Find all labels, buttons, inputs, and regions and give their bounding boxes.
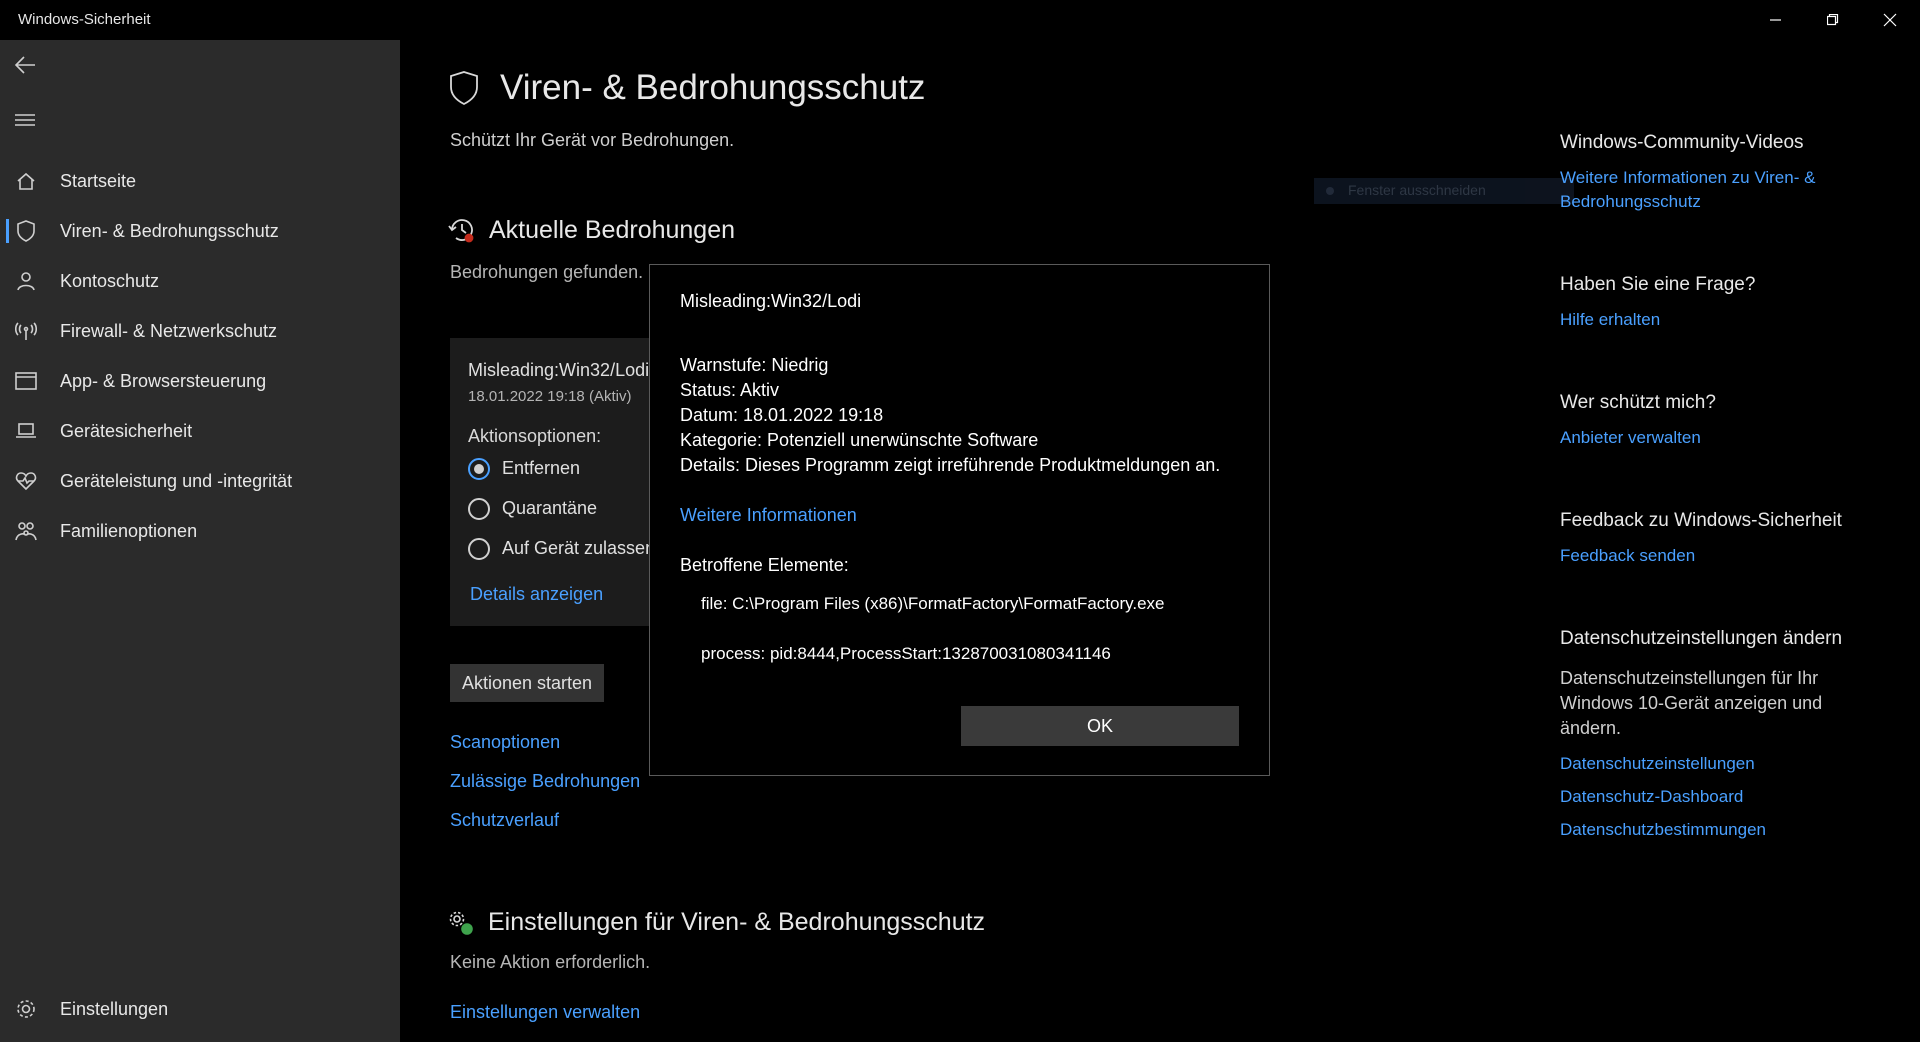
radio-label: Auf Gerät zulassen [502, 538, 656, 558]
sidebar-item-label: Kontoschutz [60, 270, 160, 291]
feedback-title: Feedback zu Windows-Sicherheit [1560, 510, 1842, 531]
category-text: Kategorie: Potenziell unerwünschte Softw… [680, 430, 1039, 450]
sidebar-item-label: Gerätesicherheit [60, 420, 193, 441]
sidebar-item-startseite[interactable]: Startseite [0, 158, 400, 204]
hamburger-menu-button[interactable] [10, 105, 40, 135]
sidebar: Startseite Viren- & Bedrohungsschutz Kon… [0, 40, 400, 1042]
date-text: Datum: 18.01.2022 19:18 [680, 405, 884, 425]
privacy-dashboard-link[interactable]: Datenschutz-Dashboard [1560, 785, 1743, 809]
radio-label: Entfernen [502, 458, 581, 478]
start-actions-button[interactable]: Aktionen starten [450, 664, 604, 702]
protection-history-link[interactable]: Schutzverlauf [450, 810, 559, 831]
details-link[interactable]: Details anzeigen [470, 584, 603, 605]
current-threats-title: Aktuelle Bedrohungen [489, 216, 736, 244]
back-arrow-icon [14, 56, 35, 74]
close-icon [1883, 13, 1897, 27]
settings-section-subtitle: Keine Aktion erforderlich. [450, 952, 651, 972]
family-icon [14, 519, 38, 543]
sidebar-item-label: Einstellungen [60, 998, 169, 1019]
threat-details-dialog: Misleading:Win32/Lodi Warnstufe: Niedrig… [649, 264, 1270, 776]
title-bar: Windows-Sicherheit [0, 0, 1920, 40]
restore-icon [1827, 14, 1839, 26]
get-help-link[interactable]: Hilfe erhalten [1560, 308, 1660, 332]
more-info-link[interactable]: Weitere Informationen [680, 505, 857, 526]
who-protects-title: Wer schützt mich? [1560, 392, 1716, 413]
hamburger-icon [15, 114, 35, 126]
radio-label: Quarantäne [502, 498, 598, 518]
threat-history-icon [448, 216, 476, 249]
sidebar-item-label: App- & Browsersteuerung [60, 370, 267, 391]
question-title: Haben Sie eine Frage? [1560, 274, 1756, 295]
minimize-icon [1770, 19, 1781, 21]
current-threats-subtitle: Bedrohungen gefunden. [450, 262, 644, 282]
minimize-button[interactable] [1748, 0, 1804, 40]
sidebar-item-familienoptionen[interactable]: Familienoptionen [0, 508, 400, 554]
details-text: Details: Dieses Programm zeigt irreführe… [680, 455, 1221, 475]
allowed-threats-link[interactable]: Zulässige Bedrohungen [450, 771, 640, 792]
privacy-settings-link[interactable]: Datenschutzeinstellungen [1560, 752, 1755, 776]
app-title: Windows-Sicherheit [18, 11, 151, 28]
sidebar-item-einstellungen[interactable]: Einstellungen [0, 986, 400, 1032]
affected-elements-label: Betroffene Elemente: [680, 555, 849, 575]
browser-window-icon [14, 369, 38, 393]
privacy-text: Datenschutzeinstellungen für Ihr Windows… [1560, 668, 1823, 738]
shield-icon [14, 219, 38, 243]
right-panel: Windows-Community-Videos Weitere Informa… [1520, 40, 1920, 1042]
status-text: Status: Aktiv [680, 380, 780, 400]
warn-level: Warnstufe: Niedrig [680, 355, 829, 375]
person-icon [14, 269, 38, 293]
manage-providers-link[interactable]: Anbieter verwalten [1560, 426, 1701, 450]
active-indicator [6, 219, 9, 243]
privacy-title: Datenschutzeinstellungen ändern [1560, 628, 1843, 649]
sidebar-item-geraeteleistung[interactable]: Geräteleistung und -integrität [0, 458, 400, 504]
restore-button[interactable] [1805, 0, 1861, 40]
privacy-statement-link[interactable]: Datenschutzbestimmungen [1560, 818, 1766, 842]
shield-icon [448, 70, 480, 111]
sidebar-item-label: Firewall- & Netzwerkschutz [60, 320, 278, 341]
radio-button[interactable] [468, 458, 490, 480]
snip-ghost-label: Fenster ausschneiden [1348, 182, 1486, 198]
home-icon [14, 169, 38, 193]
threat-date-status: 18.01.2022 19:18 (Aktiv) [468, 388, 632, 405]
threat-name: Misleading:Win32/Lodi [468, 360, 650, 380]
sidebar-item-kontoschutz[interactable]: Kontoschutz [0, 258, 400, 304]
page-title: Viren- & Bedrohungsschutz [500, 68, 926, 107]
settings-section-title: Einstellungen für Viren- & Bedrohungssch… [488, 908, 986, 936]
sidebar-item-viren-bedrohungsschutz[interactable]: Viren- & Bedrohungsschutz [0, 208, 400, 254]
community-videos-title: Windows-Community-Videos [1560, 132, 1804, 153]
radio-button[interactable] [468, 538, 490, 560]
action-options-label: Aktionsoptionen: [468, 426, 602, 446]
sidebar-item-geraetesicherheit[interactable]: Gerätesicherheit [0, 408, 400, 454]
snip-ghost-icon [1326, 187, 1334, 195]
sidebar-item-label: Startseite [60, 170, 137, 191]
ok-button[interactable]: OK [961, 706, 1239, 746]
sidebar-item-firewall[interactable]: Firewall- & Netzwerkschutz [0, 308, 400, 354]
radio-button[interactable] [468, 498, 490, 520]
page-subtitle: Schützt Ihr Gerät vor Bedrohungen. [450, 130, 735, 150]
back-button[interactable] [10, 50, 40, 80]
manage-settings-link[interactable]: Einstellungen verwalten [450, 1002, 640, 1023]
gear-icon [14, 997, 38, 1021]
scan-options-link[interactable]: Scanoptionen [450, 732, 560, 753]
sidebar-item-label: Geräteleistung und -integrität [60, 470, 293, 491]
affected-process: process: pid:8444,ProcessStart:132870031… [701, 644, 1111, 663]
antenna-icon [14, 319, 38, 343]
dialog-title: Misleading:Win32/Lodi [680, 291, 862, 311]
sidebar-item-app-browser[interactable]: App- & Browsersteuerung [0, 358, 400, 404]
community-videos-link[interactable]: Weitere Informationen zu Viren- & Bedroh… [1560, 166, 1860, 214]
send-feedback-link[interactable]: Feedback senden [1560, 544, 1695, 568]
sidebar-item-label: Viren- & Bedrohungsschutz [60, 220, 279, 241]
affected-file: file: C:\Program Files (x86)\FormatFacto… [701, 594, 1165, 613]
laptop-icon [14, 419, 38, 443]
settings-gears-icon [448, 910, 476, 943]
close-button[interactable] [1862, 0, 1918, 40]
sidebar-item-label: Familienoptionen [60, 520, 198, 541]
heart-pulse-icon [14, 469, 38, 493]
